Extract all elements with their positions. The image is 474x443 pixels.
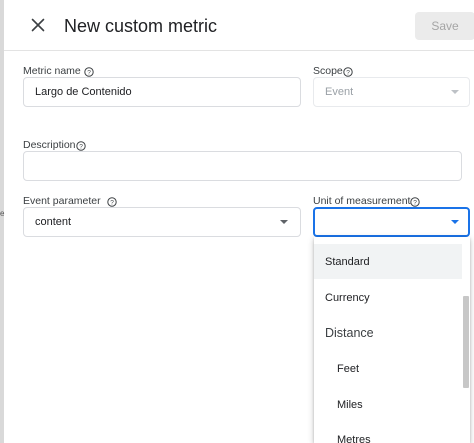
event-parameter-select[interactable]: content [23, 207, 301, 237]
help-icon[interactable]: ? [75, 140, 86, 151]
help-icon[interactable]: ? [410, 196, 421, 207]
help-icon[interactable]: ? [343, 66, 353, 77]
save-button[interactable]: Save [415, 12, 474, 40]
scrollbar-thumb[interactable] [463, 296, 469, 388]
truncated-background-text: e [0, 209, 5, 218]
scope-select: Event [313, 77, 470, 107]
description-field[interactable] [23, 151, 462, 181]
background-page-edge: e [0, 0, 4, 443]
event-parameter-value: content [35, 216, 72, 228]
svg-text:?: ? [87, 69, 91, 76]
dropdown-arrow-icon [451, 90, 459, 94]
unit-group-distance: Distance [325, 325, 374, 340]
metric-name-field[interactable]: Largo de Contenido [23, 77, 301, 107]
unit-options-menu: Standard Currency Distance Feet Miles Me… [314, 237, 470, 443]
dropdown-arrow-icon [451, 220, 459, 224]
help-icon[interactable]: ? [106, 196, 117, 207]
dialog-title: New custom metric [64, 16, 218, 36]
close-button[interactable] [26, 13, 50, 37]
unit-option-standard[interactable]: Standard [314, 244, 462, 279]
svg-text:?: ? [346, 69, 350, 76]
unit-option-feet[interactable]: Feet [314, 351, 462, 386]
close-icon [31, 18, 45, 32]
svg-text:?: ? [79, 143, 83, 150]
scope-value: Event [325, 86, 354, 98]
dropdown-arrow-icon [280, 220, 288, 224]
help-icon[interactable]: ? [84, 66, 94, 77]
svg-text:?: ? [414, 199, 418, 206]
svg-text:?: ? [110, 199, 114, 206]
dialog-header: New custom metric Save [4, 0, 474, 51]
unit-of-measurement-select[interactable] [313, 207, 470, 237]
unit-option-miles[interactable]: Miles [314, 387, 462, 422]
metric-name-value: Largo de Contenido [35, 86, 132, 98]
unit-option-metres[interactable]: Metres [314, 422, 462, 443]
unit-option-currency[interactable]: Currency [314, 280, 462, 315]
